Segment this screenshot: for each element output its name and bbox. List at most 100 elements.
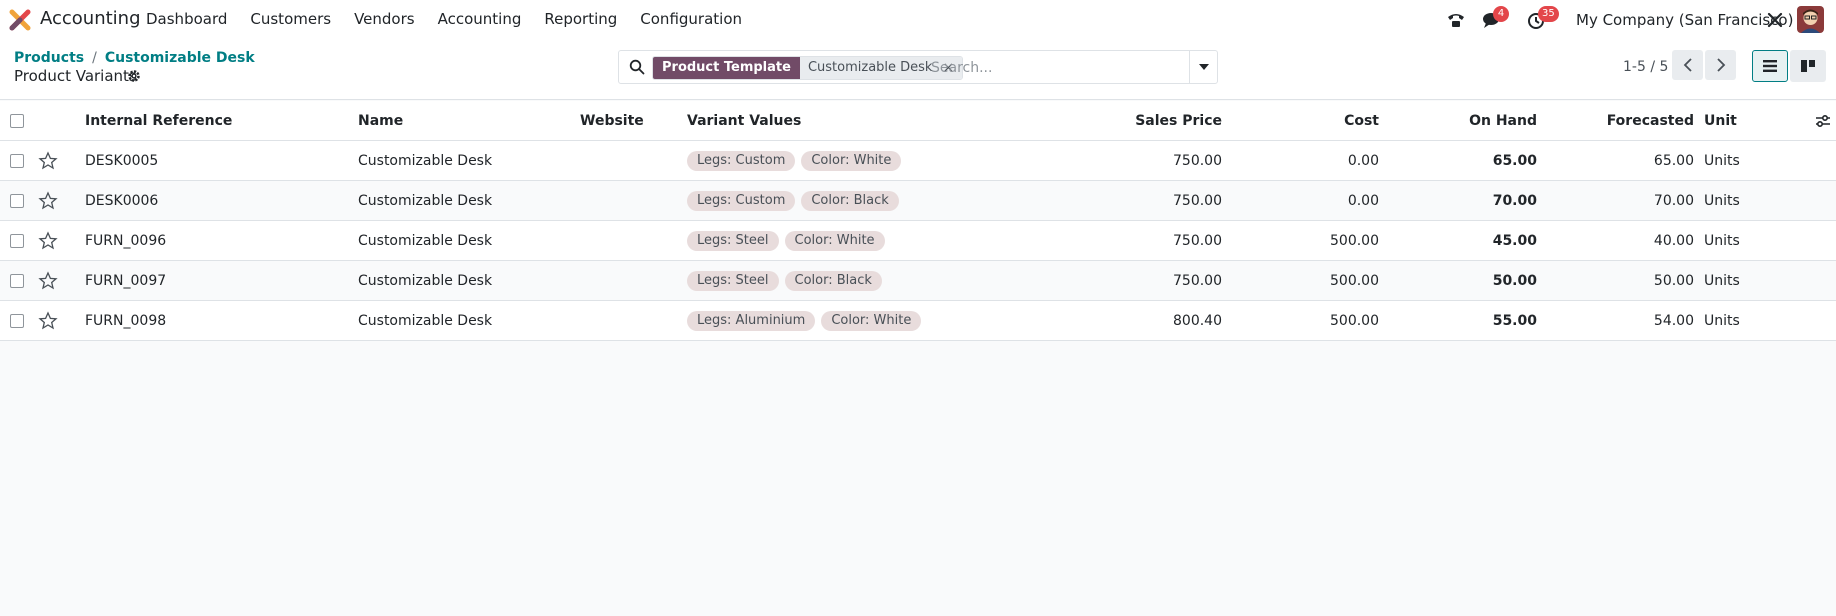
list-view-button[interactable] bbox=[1752, 50, 1788, 82]
menu-reporting[interactable]: Reporting bbox=[544, 10, 617, 28]
chat-icon[interactable]: 4 bbox=[1479, 6, 1509, 32]
menu-customers[interactable]: Customers bbox=[250, 10, 331, 28]
cell-on-hand: 50.00 bbox=[1492, 273, 1537, 289]
caret-down-icon bbox=[1198, 64, 1209, 70]
cell-name: Customizable Desk bbox=[358, 313, 493, 329]
user-avatar[interactable] bbox=[1797, 6, 1824, 33]
optional-columns-icon[interactable] bbox=[1815, 113, 1831, 129]
cell-unit: Units bbox=[1704, 233, 1740, 249]
variant-tags: Legs: Aluminium Color: White bbox=[687, 311, 922, 331]
cell-unit: Units bbox=[1704, 273, 1740, 289]
cell-sales-price: 750.00 bbox=[1173, 193, 1222, 209]
top-navbar: Accounting Dashboard Customers Vendors A… bbox=[0, 0, 1836, 40]
row-checkbox[interactable] bbox=[10, 154, 24, 168]
row-checkbox[interactable] bbox=[10, 274, 24, 288]
variant-tag: Color: White bbox=[821, 311, 922, 331]
search-input[interactable] bbox=[931, 56, 1181, 80]
star-icon[interactable] bbox=[38, 151, 58, 171]
table-row[interactable]: DESK0006 Customizable Desk Legs: Custom … bbox=[0, 181, 1836, 221]
header-internal-reference[interactable]: Internal Reference bbox=[85, 101, 232, 141]
search-options-toggle[interactable] bbox=[1189, 51, 1217, 83]
cell-name: Customizable Desk bbox=[358, 193, 493, 209]
menu-vendors[interactable]: Vendors bbox=[354, 10, 415, 28]
gear-icon[interactable] bbox=[127, 69, 141, 83]
chevron-right-icon bbox=[1716, 58, 1725, 72]
control-panel: Products / Customizable Desk Product Varia… bbox=[0, 40, 1836, 100]
kanban-view-icon bbox=[1801, 60, 1815, 72]
header-website[interactable]: Website bbox=[580, 101, 644, 141]
cell-unit: Units bbox=[1704, 153, 1740, 169]
cell-internal-reference: DESK0006 bbox=[85, 193, 159, 209]
cell-internal-reference: FURN_0096 bbox=[85, 233, 167, 249]
cell-forecasted: 70.00 bbox=[1653, 193, 1694, 209]
header-name[interactable]: Name bbox=[358, 101, 403, 141]
menu-dashboard[interactable]: Dashboard bbox=[146, 10, 227, 28]
header-on-hand[interactable]: On Hand bbox=[1400, 101, 1537, 141]
search-icon[interactable] bbox=[629, 59, 645, 75]
table-header: Internal Reference Name Website Variant … bbox=[0, 101, 1836, 141]
cell-sales-price: 800.40 bbox=[1173, 313, 1222, 329]
cell-on-hand: 70.00 bbox=[1492, 193, 1537, 209]
cell-name: Customizable Desk bbox=[358, 153, 493, 169]
table-row[interactable]: FURN_0098 Customizable Desk Legs: Alumin… bbox=[0, 301, 1836, 341]
star-icon[interactable] bbox=[38, 271, 58, 291]
pager-next-button[interactable] bbox=[1705, 50, 1736, 80]
header-sales-price[interactable]: Sales Price bbox=[1060, 101, 1222, 141]
select-all-checkbox[interactable] bbox=[10, 114, 24, 128]
cell-forecasted: 40.00 bbox=[1653, 233, 1694, 249]
star-icon[interactable] bbox=[38, 231, 58, 251]
kanban-view-button[interactable] bbox=[1790, 50, 1826, 82]
variant-tag: Legs: Custom bbox=[687, 151, 796, 171]
row-checkbox[interactable] bbox=[10, 234, 24, 248]
phone-icon[interactable] bbox=[1444, 8, 1468, 32]
table-row[interactable]: FURN_0096 Customizable Desk Legs: Steel … bbox=[0, 221, 1836, 261]
clock-icon[interactable]: 35 bbox=[1524, 6, 1559, 32]
menu-accounting[interactable]: Accounting bbox=[438, 10, 522, 28]
cell-internal-reference: DESK0005 bbox=[85, 153, 159, 169]
row-checkbox[interactable] bbox=[10, 194, 24, 208]
cell-internal-reference: FURN_0097 bbox=[85, 273, 167, 289]
header-forecasted[interactable]: Forecasted bbox=[1560, 101, 1694, 141]
table-row[interactable]: DESK0005 Customizable Desk Legs: Custom … bbox=[0, 141, 1836, 181]
variant-tags: Legs: Steel Color: White bbox=[687, 231, 885, 251]
breadcrumb-products[interactable]: Products bbox=[14, 50, 84, 66]
app-logo-icon[interactable] bbox=[9, 9, 31, 31]
variant-tag: Legs: Steel bbox=[687, 231, 779, 251]
cell-sales-price: 750.00 bbox=[1173, 153, 1222, 169]
cell-on-hand: 45.00 bbox=[1492, 233, 1537, 249]
cell-cost: 500.00 bbox=[1330, 233, 1379, 249]
variant-tag: Color: Black bbox=[801, 191, 899, 211]
header-cost[interactable]: Cost bbox=[1240, 101, 1379, 141]
header-variant-values[interactable]: Variant Values bbox=[687, 101, 801, 141]
cell-on-hand: 55.00 bbox=[1492, 313, 1537, 329]
breadcrumb: Products / Customizable Desk bbox=[14, 50, 255, 66]
tools-icon[interactable] bbox=[1763, 8, 1787, 32]
variant-tags: Legs: Custom Color: Black bbox=[687, 191, 899, 211]
variant-tag: Legs: Custom bbox=[687, 191, 796, 211]
header-unit[interactable]: Unit bbox=[1704, 101, 1737, 141]
star-icon[interactable] bbox=[38, 191, 58, 211]
main-menu: Dashboard Customers Vendors Accounting R… bbox=[146, 10, 765, 28]
cell-unit: Units bbox=[1704, 193, 1740, 209]
pager-value[interactable]: 1-5 / 5 bbox=[1623, 59, 1668, 75]
row-checkbox[interactable] bbox=[10, 314, 24, 328]
cell-forecasted: 65.00 bbox=[1653, 153, 1694, 169]
list-view-icon bbox=[1763, 60, 1777, 72]
chevron-left-icon bbox=[1683, 58, 1692, 72]
menu-configuration[interactable]: Configuration bbox=[640, 10, 742, 28]
variant-tag: Color: White bbox=[784, 231, 885, 251]
facet-label: Product Template bbox=[653, 57, 800, 79]
company-switcher[interactable]: My Company (San Francisco) bbox=[1576, 11, 1793, 29]
breadcrumb-customizable-desk[interactable]: Customizable Desk bbox=[105, 50, 255, 66]
table-row[interactable]: FURN_0097 Customizable Desk Legs: Steel … bbox=[0, 261, 1836, 301]
star-icon[interactable] bbox=[38, 311, 58, 331]
cell-on-hand: 65.00 bbox=[1492, 153, 1537, 169]
variant-tag: Legs: Steel bbox=[687, 271, 779, 291]
breadcrumb-separator: / bbox=[92, 50, 97, 66]
pager-previous-button[interactable] bbox=[1672, 50, 1703, 80]
search-facet: Product Template Customizable Desk × bbox=[652, 56, 964, 80]
app-name[interactable]: Accounting bbox=[40, 8, 141, 29]
product-variants-table: Internal Reference Name Website Variant … bbox=[0, 101, 1836, 341]
messages-badge: 4 bbox=[1493, 6, 1509, 22]
cell-sales-price: 750.00 bbox=[1173, 233, 1222, 249]
